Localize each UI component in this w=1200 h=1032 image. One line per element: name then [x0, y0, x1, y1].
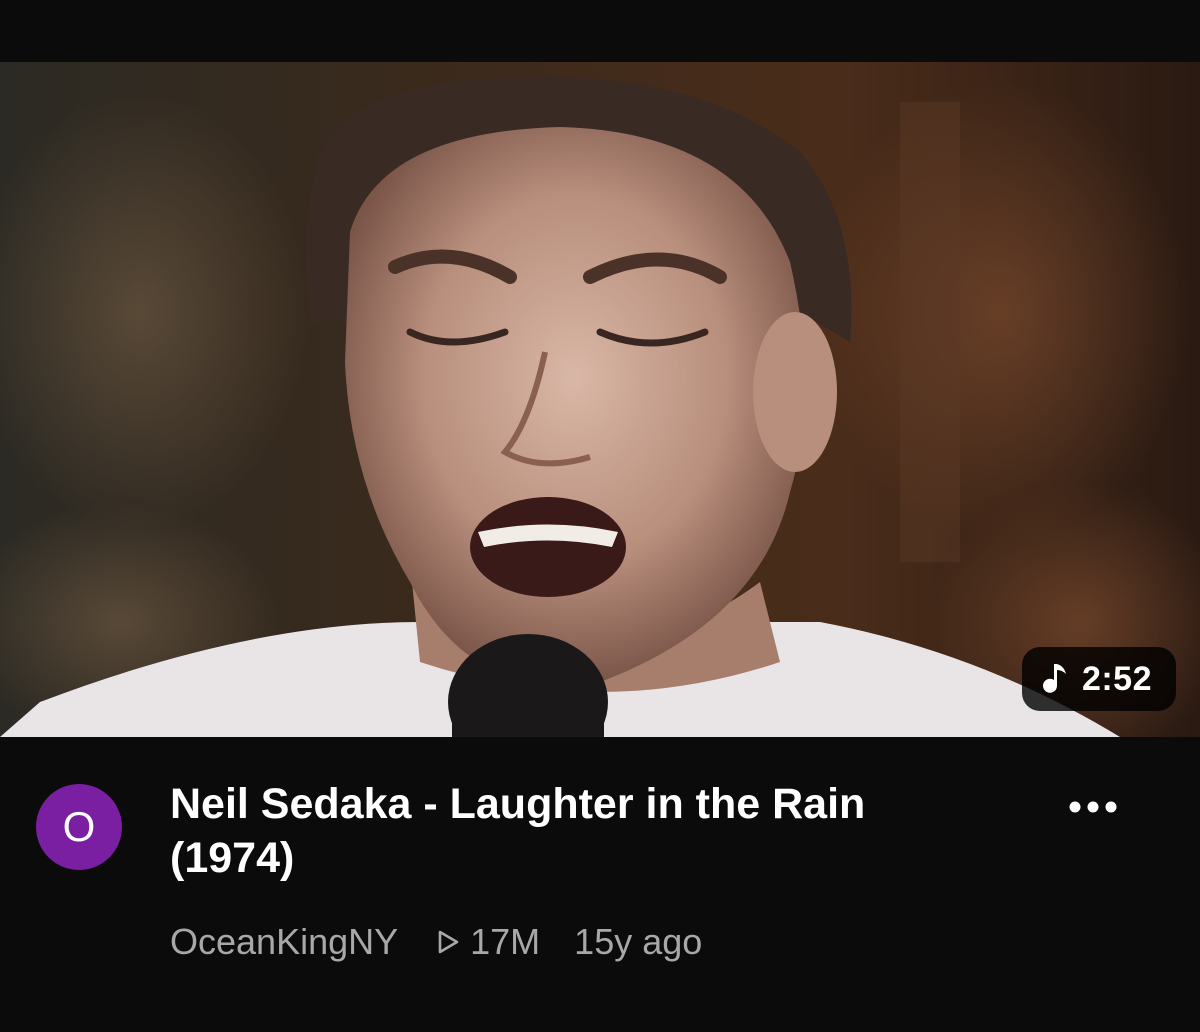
top-bar	[0, 0, 1200, 62]
channel-name[interactable]: OceanKingNY	[170, 921, 398, 963]
upload-age: 15y ago	[574, 921, 703, 962]
view-count: 17M	[470, 921, 541, 962]
music-note-icon	[1042, 664, 1066, 693]
video-thumbnail[interactable]: 2:52	[0, 62, 1200, 737]
duration-badge: 2:52	[1021, 647, 1176, 711]
channel-avatar[interactable]: O	[36, 784, 122, 870]
video-meta: OceanKingNY 17M 15y ago	[170, 921, 702, 963]
video-info: O Neil Sedaka - Laughter in the Rain (19…	[0, 737, 1200, 1032]
play-outline-icon	[438, 930, 459, 954]
duration-text: 2:52	[1081, 659, 1152, 698]
more-horizontal-icon	[1069, 801, 1117, 813]
more-options-button[interactable]	[1058, 787, 1128, 827]
video-title[interactable]: Neil Sedaka - Laughter in the Rain (1974…	[170, 777, 970, 885]
thumbnail-image	[0, 62, 1200, 737]
